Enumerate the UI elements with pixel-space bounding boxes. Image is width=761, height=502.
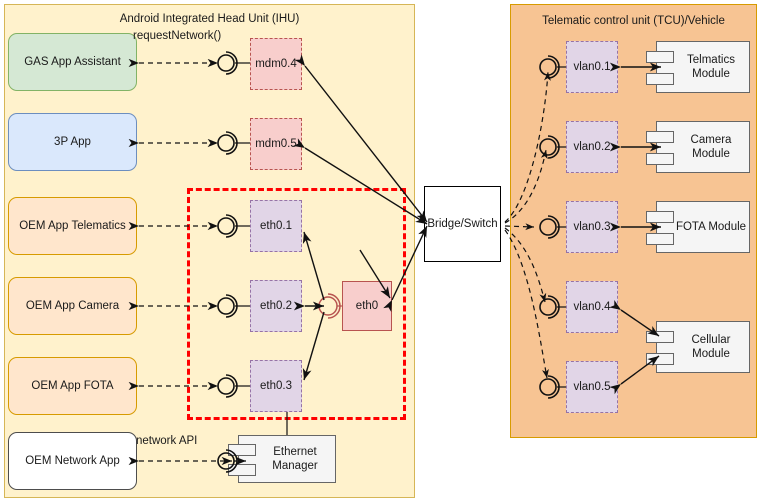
component-icon bbox=[646, 153, 674, 165]
app-box-3p-app[interactable]: 3P App bbox=[8, 113, 137, 171]
vlan-label: vlan0.5 bbox=[573, 380, 611, 393]
edge-label-request-network: requestNetwork() bbox=[133, 30, 222, 42]
vlan-label: vlan0.4 bbox=[573, 300, 611, 313]
diagram-canvas: Android Integrated Head Unit (IHU) Telem… bbox=[0, 0, 761, 502]
vlan-box-vlan0-1[interactable]: vlan0.1 bbox=[566, 41, 618, 93]
app-box-oem-app-fota[interactable]: OEM App FOTA bbox=[8, 357, 137, 415]
app-box-gas-app-assistant[interactable]: GAS App Assistant bbox=[8, 33, 137, 91]
component-fota-module[interactable]: FOTA Module bbox=[646, 201, 750, 253]
iface-box-eth0-2[interactable]: eth0.2 bbox=[250, 280, 302, 332]
bridge-switch-box[interactable]: Bridge/Switch bbox=[424, 186, 501, 262]
component-cellular-module[interactable]: Cellular Module bbox=[646, 321, 750, 373]
vlan-label: vlan0.3 bbox=[573, 220, 611, 233]
component-camera-module[interactable]: Camera Module bbox=[646, 121, 750, 173]
iface-box-mdm0-4[interactable]: mdm0.4 bbox=[250, 38, 302, 90]
iface-box-eth0-1[interactable]: eth0.1 bbox=[250, 200, 302, 252]
app-label: 3P App bbox=[54, 135, 91, 148]
component-icon bbox=[646, 233, 674, 245]
component-telematics-module[interactable]: Telmatics Module bbox=[646, 41, 750, 93]
iface-box-eth0[interactable]: eth0 bbox=[342, 281, 392, 331]
app-label: OEM Network App bbox=[25, 454, 120, 467]
iface-label: eth0.1 bbox=[260, 219, 292, 232]
component-icon bbox=[228, 464, 256, 476]
iface-label: eth0 bbox=[355, 299, 379, 312]
vlan-box-vlan0-5[interactable]: vlan0.5 bbox=[566, 361, 618, 413]
vlan-label: vlan0.1 bbox=[573, 60, 611, 73]
iface-label: mdm0.5 bbox=[255, 137, 297, 150]
app-box-oem-network-app[interactable]: OEM Network App bbox=[8, 432, 137, 490]
vlan-box-vlan0-2[interactable]: vlan0.2 bbox=[566, 121, 618, 173]
iface-label: eth0.2 bbox=[260, 299, 292, 312]
panel-tcu-title: Telematic control unit (TCU)/Vehicle bbox=[542, 15, 725, 27]
vlan-box-vlan0-3[interactable]: vlan0.3 bbox=[566, 201, 618, 253]
edge-label-network-api: network API bbox=[136, 435, 198, 447]
app-label: OEM App Camera bbox=[25, 299, 120, 312]
component-icon bbox=[646, 73, 674, 85]
app-label: OEM App FOTA bbox=[31, 379, 114, 392]
vlan-label: vlan0.2 bbox=[573, 140, 611, 153]
panel-ihu-title: Android Integrated Head Unit (IHU) bbox=[119, 13, 300, 25]
iface-label: mdm0.4 bbox=[255, 57, 297, 70]
app-label: GAS App Assistant bbox=[24, 55, 121, 68]
vlan-box-vlan0-4[interactable]: vlan0.4 bbox=[566, 281, 618, 333]
component-icon bbox=[228, 444, 256, 456]
app-box-oem-app-telematics[interactable]: OEM App Telematics bbox=[8, 197, 137, 255]
component-icon bbox=[646, 211, 674, 223]
app-box-oem-app-camera[interactable]: OEM App Camera bbox=[8, 277, 137, 335]
iface-label: eth0.3 bbox=[260, 379, 292, 392]
iface-box-eth0-3[interactable]: eth0.3 bbox=[250, 360, 302, 412]
bridge-switch-label: Bridge/Switch bbox=[427, 217, 498, 230]
app-label: OEM App Telematics bbox=[19, 219, 126, 232]
component-ethernet-manager[interactable]: Ethernet Manager bbox=[228, 435, 336, 483]
component-icon bbox=[646, 353, 674, 365]
component-icon bbox=[646, 131, 674, 143]
component-icon bbox=[646, 331, 674, 343]
component-icon bbox=[646, 51, 674, 63]
iface-box-mdm0-5[interactable]: mdm0.5 bbox=[250, 118, 302, 170]
